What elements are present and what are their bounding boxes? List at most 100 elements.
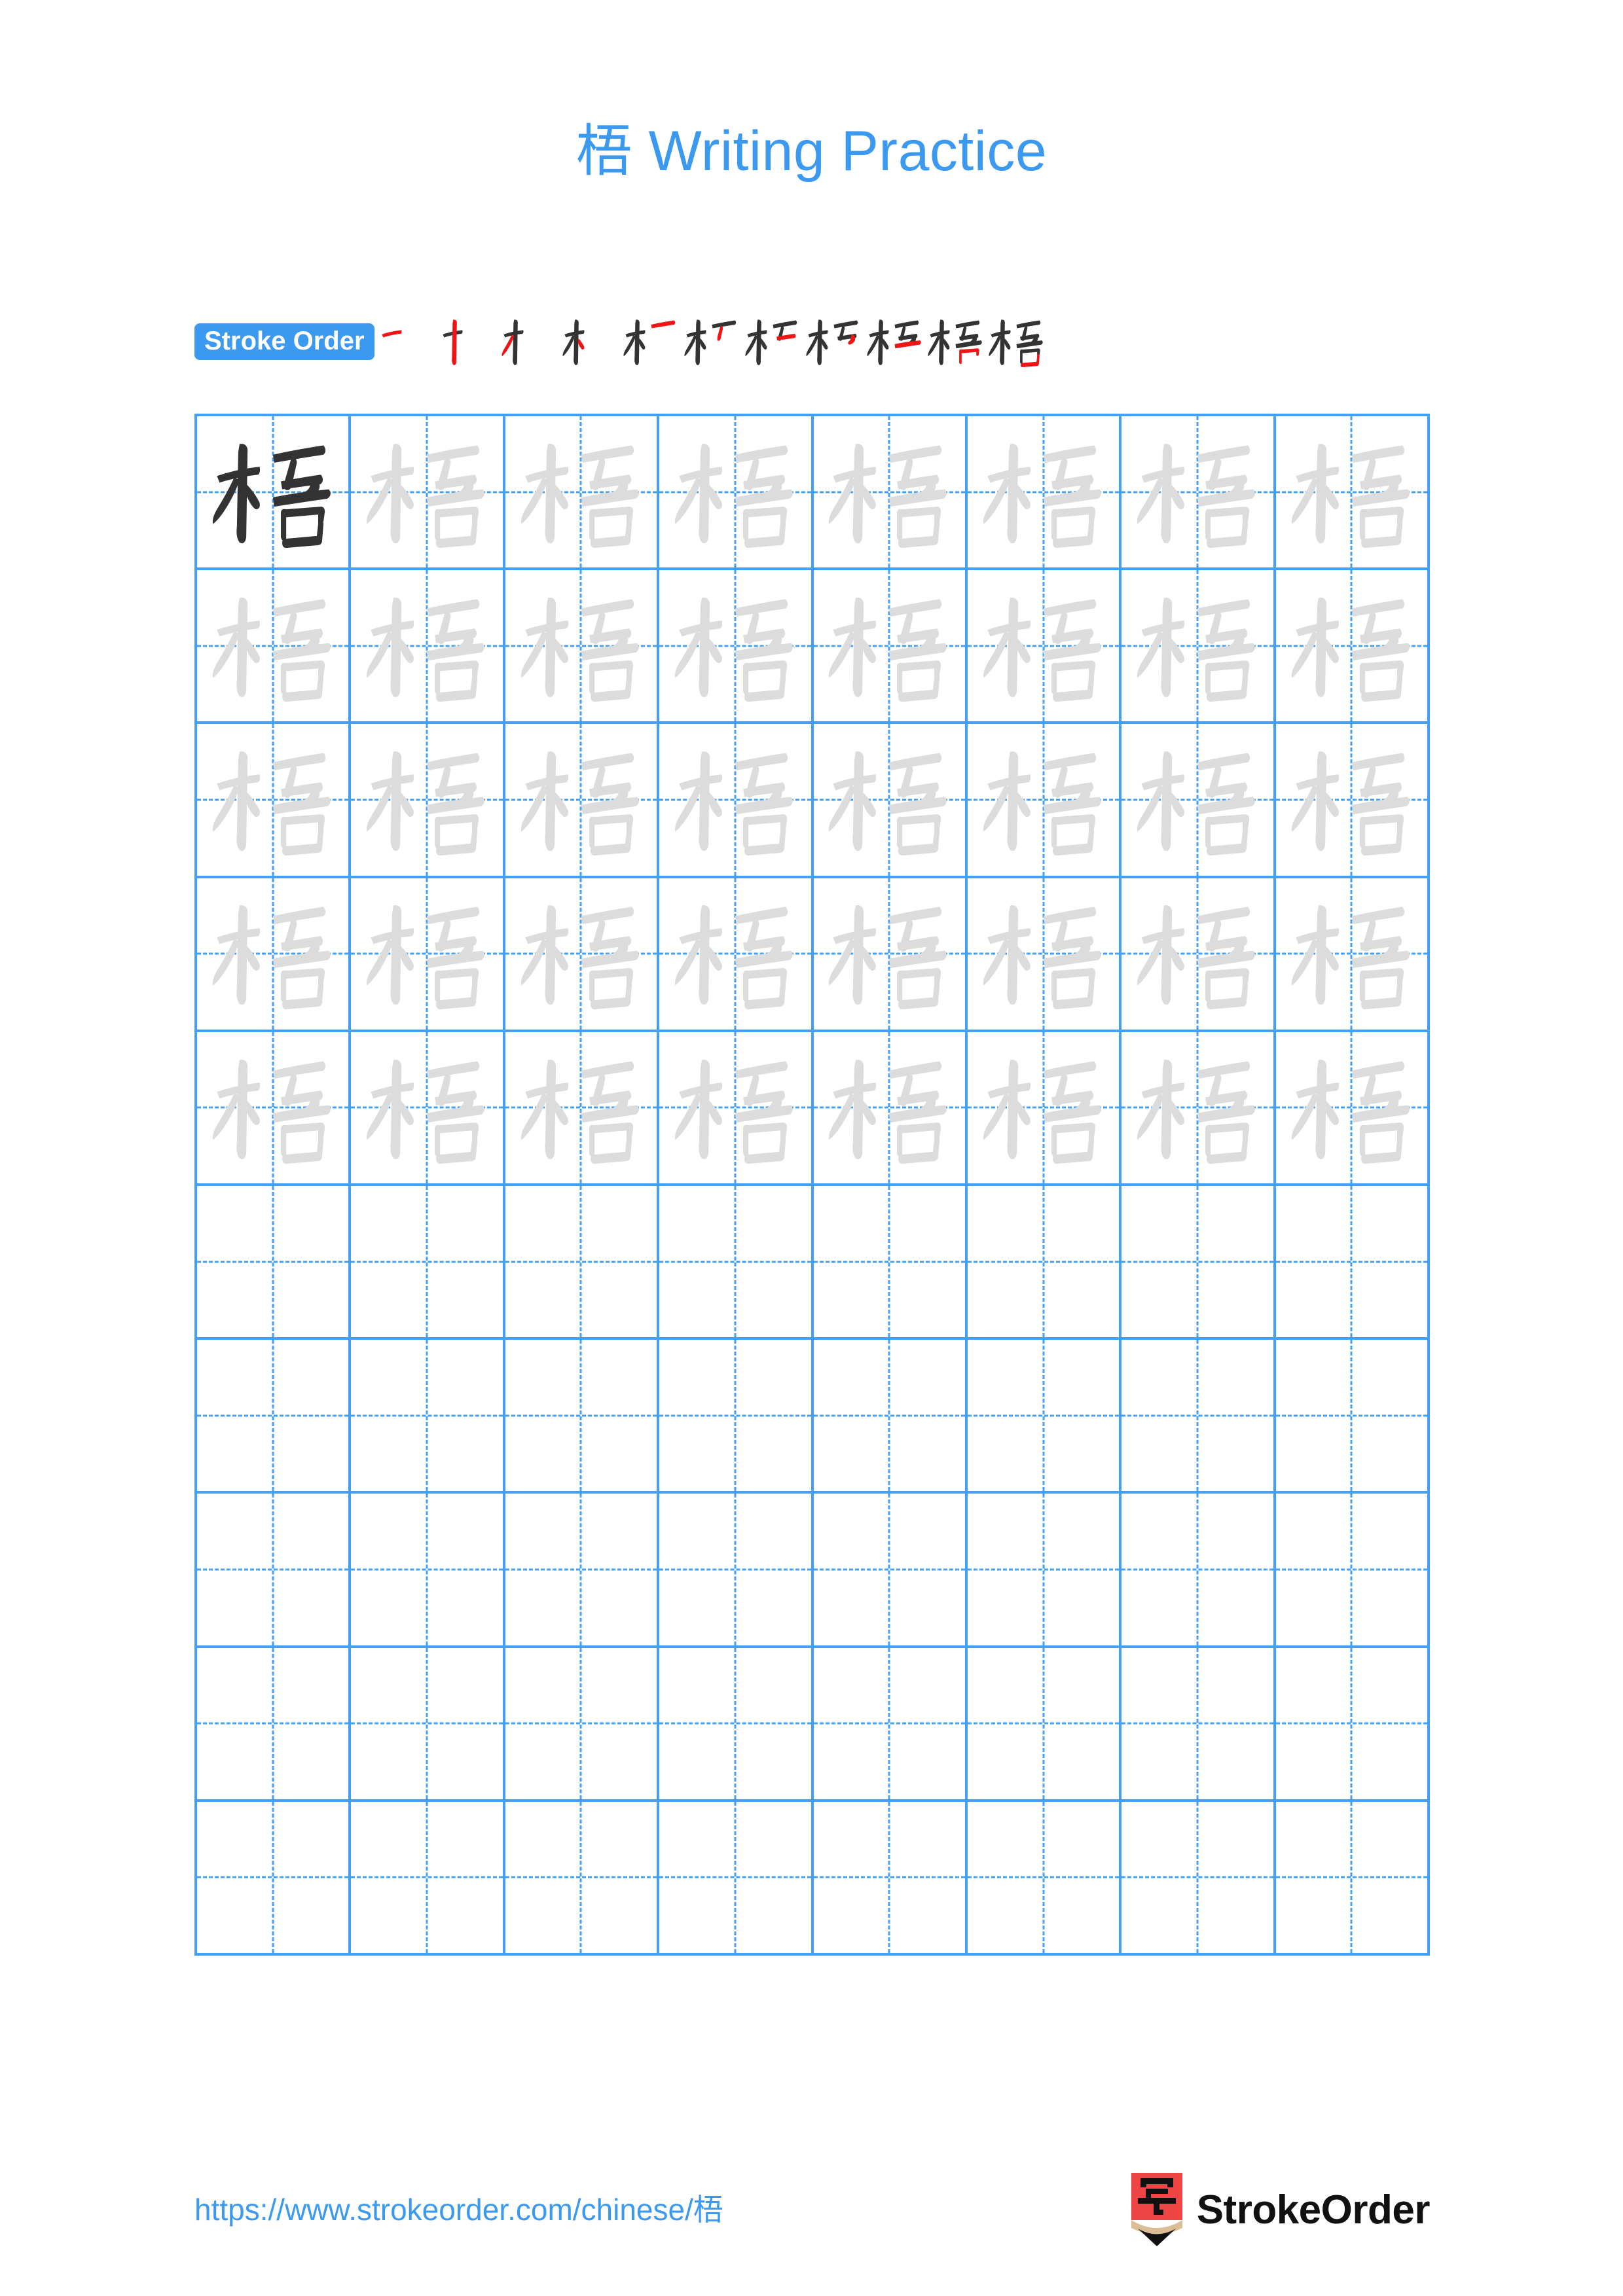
practice-cell-trace[interactable] [967,416,1122,571]
cell-horizontal-guide [197,1876,349,1878]
trace-character [968,1032,1119,1183]
practice-cell-trace[interactable] [659,878,814,1032]
practice-cell-trace[interactable] [813,416,968,571]
practice-cell-blank[interactable] [351,1185,505,1340]
practice-cell-trace[interactable] [351,570,505,725]
practice-cell-blank[interactable] [813,1185,968,1340]
practice-cell-blank[interactable] [1275,1647,1430,1802]
practice-cell-blank[interactable] [967,1340,1122,1494]
stroke-order-step-10 [925,306,986,378]
practice-cell-blank[interactable] [197,1494,352,1648]
practice-cell-blank[interactable] [505,1647,660,1802]
practice-cell-trace[interactable] [659,570,814,725]
cell-horizontal-guide [659,1876,811,1878]
practice-cell-trace[interactable] [967,878,1122,1032]
practice-cell-trace[interactable] [197,570,352,725]
practice-cell-trace[interactable] [1122,878,1276,1032]
trace-character [197,1032,348,1183]
practice-cell-trace[interactable] [197,1031,352,1186]
practice-cell-blank[interactable] [813,1801,968,1956]
practice-cell-blank[interactable] [1122,1647,1276,1802]
practice-cell-trace[interactable] [1122,1031,1276,1186]
practice-cell-trace[interactable] [197,878,352,1032]
practice-cell-trace[interactable] [813,878,968,1032]
cell-horizontal-guide [197,1261,349,1263]
practice-cell-blank[interactable] [1275,1494,1430,1648]
practice-cell-trace[interactable] [1275,570,1430,725]
practice-cell-trace[interactable] [197,724,352,878]
practice-cell-trace[interactable] [351,878,505,1032]
cell-vertical-guide [734,1801,737,1953]
practice-cell-trace[interactable] [967,570,1122,725]
practice-cell-blank[interactable] [197,1647,352,1802]
practice-cell-blank[interactable] [505,1185,660,1340]
practice-cell-trace[interactable] [813,1031,968,1186]
practice-cell-blank[interactable] [1122,1494,1276,1648]
practice-cell-trace[interactable] [967,1031,1122,1186]
cell-vertical-guide [734,1494,737,1645]
practice-cell-blank[interactable] [197,1185,352,1340]
practice-cell-blank[interactable] [1122,1340,1276,1494]
practice-cell-trace[interactable] [1122,416,1276,571]
cell-vertical-guide [426,1185,428,1338]
practice-cell-trace[interactable] [813,724,968,878]
practice-cell-blank[interactable] [505,1494,660,1648]
practice-cell-blank[interactable] [1122,1801,1276,1956]
cell-horizontal-guide [351,1414,503,1417]
practice-cell-trace[interactable] [659,724,814,878]
cell-horizontal-guide [813,1414,965,1417]
practice-cell-trace[interactable] [505,570,660,725]
practice-cell-blank[interactable] [813,1340,968,1494]
practice-cell-blank[interactable] [351,1801,505,1956]
practice-cell-trace[interactable] [505,878,660,1032]
stroke-order-step-list [377,306,1047,378]
practice-cell-trace[interactable] [1122,570,1276,725]
source-url-link[interactable]: https://www.strokeorder.com/chinese/梧 [194,2186,723,2229]
practice-cell-blank[interactable] [967,1185,1122,1340]
practice-cell-blank[interactable] [197,1801,352,1956]
cell-horizontal-guide [813,1876,965,1878]
practice-cell-trace[interactable] [659,1031,814,1186]
practice-cell-trace[interactable] [351,724,505,878]
practice-cell-blank[interactable] [197,1340,352,1494]
stroke-order-step-9 [864,306,925,378]
practice-cell-blank[interactable] [1275,1801,1430,1956]
practice-cell-blank[interactable] [351,1647,505,1802]
practice-cell-blank[interactable] [967,1494,1122,1648]
practice-cell-trace[interactable] [505,1031,660,1186]
practice-cell-trace[interactable] [505,416,660,571]
practice-cell-blank[interactable] [659,1647,814,1802]
practice-cell-blank[interactable] [1122,1185,1276,1340]
stroke-order-step-2 [438,306,499,378]
practice-cell-blank[interactable] [659,1340,814,1494]
practice-cell-blank[interactable] [659,1801,814,1956]
practice-cell-trace[interactable] [351,416,505,571]
practice-cell-trace[interactable] [967,724,1122,878]
practice-cell-blank[interactable] [967,1801,1122,1956]
practice-cell-trace[interactable] [1275,1031,1430,1186]
practice-cell-trace[interactable] [1275,416,1430,571]
practice-cell-blank[interactable] [505,1801,660,1956]
practice-cell-blank[interactable] [813,1647,968,1802]
practice-cell-trace[interactable] [659,416,814,571]
practice-cell-trace[interactable] [1275,724,1430,878]
practice-cell-trace[interactable] [505,724,660,878]
practice-cell-blank[interactable] [351,1494,505,1648]
practice-cell-blank[interactable] [351,1340,505,1494]
cell-vertical-guide [426,1494,428,1645]
trace-character [1122,724,1273,875]
practice-cell-trace[interactable] [351,1031,505,1186]
practice-cell-blank[interactable] [1275,1185,1430,1340]
practice-cell-blank[interactable] [505,1340,660,1494]
practice-cell-blank[interactable] [1275,1340,1430,1494]
trace-character [1122,1032,1273,1183]
practice-cell-blank[interactable] [967,1647,1122,1802]
practice-cell-blank[interactable] [813,1494,968,1648]
practice-cell-trace[interactable] [1275,878,1430,1032]
practice-cell-blank[interactable] [659,1185,814,1340]
practice-cell-trace[interactable] [1122,724,1276,878]
practice-cell-trace[interactable] [813,570,968,725]
stroke-order-section: Stroke Order [194,302,1432,381]
practice-cell-blank[interactable] [659,1494,814,1648]
practice-cell-model[interactable] [197,416,352,571]
